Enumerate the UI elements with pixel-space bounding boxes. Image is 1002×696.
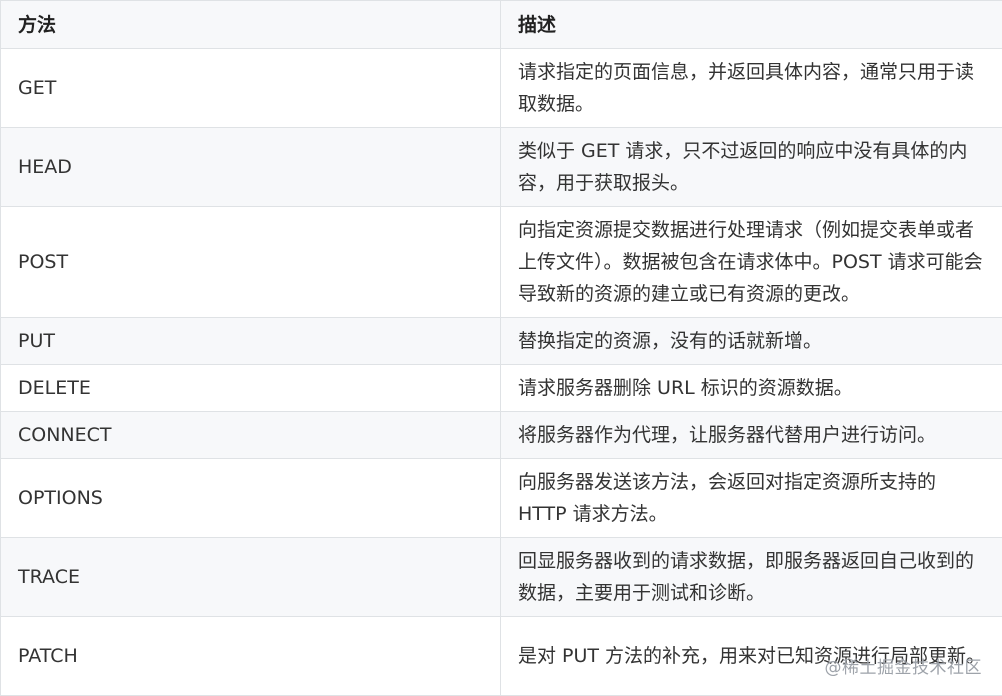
description-cell: 请求服务器删除 URL 标识的资源数据。 bbox=[500, 364, 1002, 412]
table-row: OPTIONS 向服务器发送该方法，会返回对指定资源所支持的 HTTP 请求方法… bbox=[0, 458, 1002, 538]
method-cell: HEAD bbox=[0, 127, 501, 207]
method-cell: OPTIONS bbox=[0, 458, 501, 538]
description-cell: 向指定资源提交数据进行处理请求（例如提交表单或者上传文件）。数据被包含在请求体中… bbox=[500, 206, 1002, 318]
method-cell: PATCH bbox=[0, 616, 501, 696]
description-cell: 向服务器发送该方法，会返回对指定资源所支持的 HTTP 请求方法。 bbox=[500, 458, 1002, 538]
method-cell: DELETE bbox=[0, 364, 501, 412]
method-cell: CONNECT bbox=[0, 411, 501, 459]
description-cell: 替换指定的资源，没有的话就新增。 bbox=[500, 317, 1002, 365]
header-description: 描述 bbox=[500, 0, 1002, 49]
description-cell: 回显服务器收到的请求数据，即服务器返回自己收到的数据，主要用于测试和诊断。 bbox=[500, 537, 1002, 617]
method-cell: POST bbox=[0, 206, 501, 318]
method-cell: GET bbox=[0, 48, 501, 128]
method-cell: PUT bbox=[0, 317, 501, 365]
table-row: HEAD 类似于 GET 请求，只不过返回的响应中没有具体的内容，用于获取报头。 bbox=[0, 127, 1002, 207]
table-row: CONNECT 将服务器作为代理，让服务器代替用户进行访问。 bbox=[0, 411, 1002, 459]
watermark: @稀土掘金技术社区 bbox=[824, 658, 982, 678]
table-row: DELETE 请求服务器删除 URL 标识的资源数据。 bbox=[0, 364, 1002, 412]
table-row: GET 请求指定的页面信息，并返回具体内容，通常只用于读取数据。 bbox=[0, 48, 1002, 128]
table-row: POST 向指定资源提交数据进行处理请求（例如提交表单或者上传文件）。数据被包含… bbox=[0, 206, 1002, 318]
http-methods-table: 方法 描述 GET 请求指定的页面信息，并返回具体内容，通常只用于读取数据。 H… bbox=[0, 0, 1002, 696]
header-method: 方法 bbox=[0, 0, 501, 49]
table-row: PUT 替换指定的资源，没有的话就新增。 bbox=[0, 317, 1002, 365]
table-row: TRACE 回显服务器收到的请求数据，即服务器返回自己收到的数据，主要用于测试和… bbox=[0, 537, 1002, 617]
description-cell: 类似于 GET 请求，只不过返回的响应中没有具体的内容，用于获取报头。 bbox=[500, 127, 1002, 207]
description-cell: 请求指定的页面信息，并返回具体内容，通常只用于读取数据。 bbox=[500, 48, 1002, 128]
method-cell: TRACE bbox=[0, 537, 501, 617]
description-cell: 将服务器作为代理，让服务器代替用户进行访问。 bbox=[500, 411, 1002, 459]
table-header-row: 方法 描述 bbox=[0, 0, 1002, 49]
